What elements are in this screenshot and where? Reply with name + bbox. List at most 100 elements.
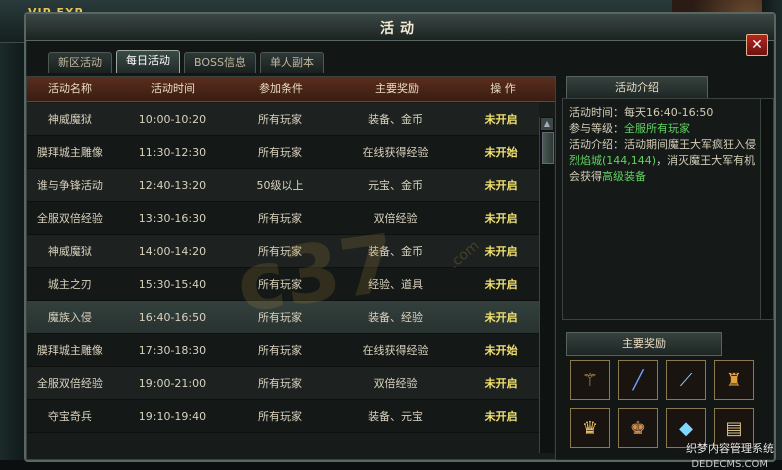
info-scrollbar[interactable] xyxy=(760,99,773,319)
staff-icon[interactable]: ⟋ xyxy=(666,360,706,400)
cell-condition: 所有玩家 xyxy=(258,113,303,126)
gold-armor-icon[interactable]: ♛ xyxy=(570,408,610,448)
cell-condition: 所有玩家 xyxy=(258,344,303,357)
cell-name: 膜拜城主雕像 xyxy=(36,344,103,357)
cell-name: 膜拜城主雕像 xyxy=(36,146,103,159)
cell-condition: 所有玩家 xyxy=(258,377,303,390)
cell-time: 17:30-18:30 xyxy=(138,343,207,357)
robe-armor-icon[interactable]: ♚ xyxy=(618,408,658,448)
cell-time: 19:00-21:00 xyxy=(138,376,207,390)
info-level-label: 参与等级： xyxy=(569,122,624,135)
scroll-thumb[interactable] xyxy=(542,132,554,164)
footer-watermark-domain: DEDECMS.COM xyxy=(691,459,768,470)
cell-reward: 元宝、金币 xyxy=(368,179,424,192)
table-row[interactable]: 谁与争锋活动 12:40-13:20 50级以上 元宝、金币 未开启 xyxy=(27,169,539,202)
info-text: 活动时间：每天16:40-16:50 参与等级：全服所有玩家 活动介绍：活动期间… xyxy=(563,99,763,191)
cell-status[interactable]: 未开启 xyxy=(463,276,539,292)
table-row[interactable]: 神威魔狱 10:00-10:20 所有玩家 装备、金币 未开启 xyxy=(27,103,539,136)
window-title: 活动 xyxy=(380,21,420,37)
spear-icon[interactable]: ╱ xyxy=(618,360,658,400)
info-heading: 活动介绍 xyxy=(566,76,708,100)
info-desc-reward: 高级装备 xyxy=(602,170,646,183)
info-level-value: 全服所有玩家 xyxy=(624,122,690,135)
cell-status[interactable]: 未开启 xyxy=(463,177,539,193)
cell-status[interactable]: 未开启 xyxy=(463,375,539,391)
table-row[interactable]: 膜拜城主雕像 17:30-18:30 所有玩家 在线获得经验 未开始 xyxy=(27,334,539,367)
table-row[interactable]: 全服双倍经验 13:30-16:30 所有玩家 双倍经验 未开启 xyxy=(27,202,539,235)
table-row[interactable]: 膜拜城主雕像 11:30-12:30 所有玩家 在线获得经验 未开始 xyxy=(27,136,539,169)
table-row[interactable]: 城主之刃 15:30-15:40 所有玩家 经验、道具 未开启 xyxy=(27,268,539,301)
cell-condition: 所有玩家 xyxy=(258,311,303,324)
table-scrollbar[interactable]: ▲ xyxy=(539,117,554,453)
cell-time: 14:00-14:20 xyxy=(138,244,207,258)
table-header: 活动名称 活动时间 参加条件 主要奖励 操 作 xyxy=(27,77,555,102)
table-row[interactable]: 魔族入侵 16:40-16:50 所有玩家 装备、经验 未开启 xyxy=(27,301,539,334)
cell-condition: 所有玩家 xyxy=(258,146,303,159)
header-time: 活动时间 xyxy=(151,82,195,95)
table-row[interactable]: 夺宝奇兵 19:10-19:40 所有玩家 装备、元宝 未开启 xyxy=(27,400,539,433)
info-desc-label: 活动介绍：活动期间魔王大军疯狂入侵 xyxy=(569,138,756,151)
cell-status[interactable]: 未开启 xyxy=(463,210,539,226)
reward-heading: 主要奖励 xyxy=(566,332,722,356)
footer-watermark: 织梦内容管理系统 xyxy=(686,442,774,455)
header-name: 活动名称 xyxy=(48,82,92,95)
cell-time: 15:30-15:40 xyxy=(138,277,207,291)
activity-window: 活动 ✕ 新区活动 每日活动 BOSS信息 单人副本 活动名称 活动时间 参加条… xyxy=(24,12,776,462)
cell-condition: 所有玩家 xyxy=(258,212,303,225)
tab-boss-info[interactable]: BOSS信息 xyxy=(184,52,256,73)
header-action: 操 作 xyxy=(490,82,516,95)
cell-time: 13:30-16:30 xyxy=(138,211,207,225)
cell-reward: 经验、道具 xyxy=(368,278,424,291)
info-panel: 活动介绍 活动时间：每天16:40-16:50 参与等级：全服所有玩家 活动介绍… xyxy=(562,76,774,458)
cell-time: 16:40-16:50 xyxy=(138,310,207,324)
cell-name: 全服双倍经验 xyxy=(36,212,103,225)
cell-condition: 所有玩家 xyxy=(258,278,303,291)
cell-status[interactable]: 未开启 xyxy=(463,111,539,127)
activity-table: 活动名称 活动时间 参加条件 主要奖励 操 作 神威魔狱 10:00-10:20 所… xyxy=(26,76,556,460)
tab-bar: 新区活动 每日活动 BOSS信息 单人副本 xyxy=(48,50,324,74)
table-body: 神威魔狱 10:00-10:20 所有玩家 装备、金币 未开启 膜拜城主雕像 11:30-1… xyxy=(27,103,539,433)
close-button[interactable]: ✕ xyxy=(746,34,768,56)
cell-name: 城主之刃 xyxy=(47,278,92,291)
header-condition: 参加条件 xyxy=(259,82,303,95)
cell-status[interactable]: 未开启 xyxy=(463,408,539,424)
cell-reward: 装备、金币 xyxy=(368,113,424,126)
cell-time: 12:40-13:20 xyxy=(138,178,207,192)
cell-name: 神威魔狱 xyxy=(47,113,92,126)
tab-new-server[interactable]: 新区活动 xyxy=(48,52,112,73)
cell-reward: 在线获得经验 xyxy=(362,344,429,357)
info-time-value: 16:40-16:50 xyxy=(646,106,714,119)
cell-name: 夺宝奇兵 xyxy=(47,410,92,423)
info-desc-place: 烈焰城(144,144) xyxy=(569,154,657,167)
cell-reward: 装备、经验 xyxy=(368,311,424,324)
cell-reward: 在线获得经验 xyxy=(362,146,429,159)
header-reward: 主要奖励 xyxy=(375,82,419,95)
cell-name: 谁与争锋活动 xyxy=(36,179,103,192)
cell-condition: 50级以上 xyxy=(256,179,304,192)
cell-reward: 装备、元宝 xyxy=(368,410,424,423)
info-box: 活动时间：每天16:40-16:50 参与等级：全服所有玩家 活动介绍：活动期间… xyxy=(562,98,774,320)
cell-condition: 所有玩家 xyxy=(258,410,303,423)
cell-name: 魔族入侵 xyxy=(47,311,92,324)
cell-condition: 所有玩家 xyxy=(258,245,303,258)
polearm-icon[interactable]: ⚚ xyxy=(570,360,610,400)
cell-status[interactable]: 未开始 xyxy=(463,342,539,358)
cell-status[interactable]: 未开始 xyxy=(463,144,539,160)
cell-reward: 双倍经验 xyxy=(373,377,418,390)
cell-name: 神威魔狱 xyxy=(47,245,92,258)
cell-time: 11:30-12:30 xyxy=(138,145,207,159)
tab-solo-dungeon[interactable]: 单人副本 xyxy=(259,52,324,73)
reward-grid: ⚚ ╱ ⟋ ♜ ♛ ♚ ◆ ▤ xyxy=(570,360,754,448)
cell-name: 全服双倍经验 xyxy=(36,377,103,390)
cell-status[interactable]: 未开启 xyxy=(463,309,539,325)
armor-icon[interactable]: ♜ xyxy=(714,360,754,400)
table-row[interactable]: 全服双倍经验 19:00-21:00 所有玩家 双倍经验 未开启 xyxy=(27,367,539,400)
cell-time: 10:00-10:20 xyxy=(138,112,207,126)
window-title-bar[interactable]: 活动 xyxy=(26,14,774,41)
cell-reward: 双倍经验 xyxy=(373,212,418,225)
scroll-up-icon[interactable]: ▲ xyxy=(541,118,553,130)
cell-reward: 装备、金币 xyxy=(368,245,424,258)
tab-daily[interactable]: 每日活动 xyxy=(116,50,180,73)
cell-time: 19:10-19:40 xyxy=(138,409,207,423)
info-time-label: 活动时间：每天 xyxy=(569,106,646,119)
